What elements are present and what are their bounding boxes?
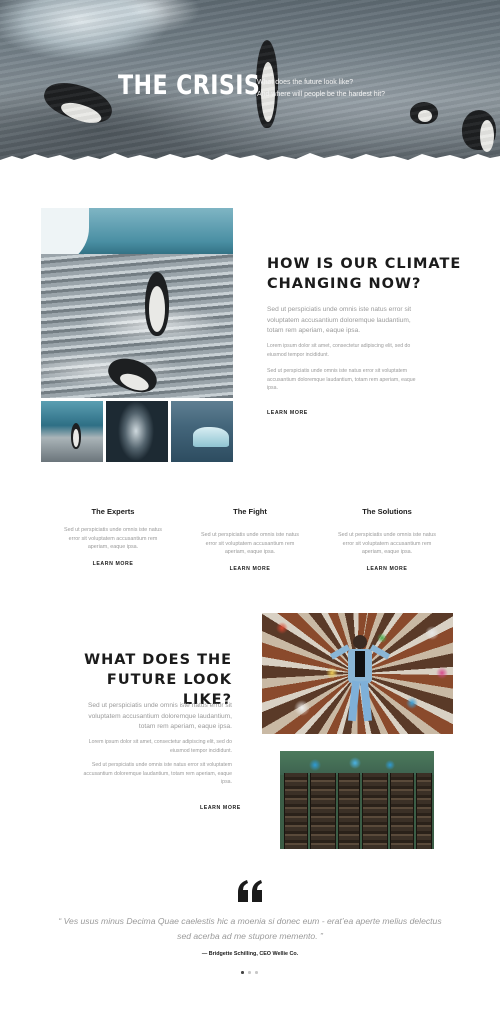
penguin-image	[33, 75, 117, 150]
bale	[362, 773, 388, 849]
bale	[338, 773, 360, 849]
future-paragraph-lead: Sed ut perspiciatis unde omnis iste natu…	[87, 702, 232, 730]
bale	[284, 773, 308, 849]
bale	[310, 773, 336, 849]
hero-subtitle-line1: What does the future look like?	[257, 79, 354, 86]
feature-learn-more-link[interactable]: LEARN MORE	[195, 566, 305, 572]
testimonial-quote-line1: “ Ves usus minus Decima Quae caelestis h…	[58, 916, 442, 926]
feature-title: The Experts	[91, 507, 135, 516]
testimonial-author: — Bridgette Schilling, CEO Wellie Co.	[201, 951, 299, 957]
climate-paragraph-3: Sed ut perspiciatis unde omnis iste natu…	[267, 368, 416, 391]
feature-title: The Solutions	[362, 507, 412, 516]
bale	[416, 773, 432, 849]
hero-subtitle: What does the future look like? And wher…	[257, 77, 385, 101]
climate-heading-line1: HOW IS OUR CLIMATE	[267, 256, 462, 272]
feature-solutions: The Solutions Sed ut perspiciatis unde o…	[332, 507, 442, 572]
iceberg	[193, 427, 229, 447]
thumbnail-iceberg[interactable]	[171, 401, 233, 462]
carousel-dots	[240, 971, 260, 975]
feature-text: Sed ut perspiciatis unde omnis iste natu…	[338, 532, 436, 555]
climate-heading-line2: CHANGING NOW?	[267, 276, 422, 292]
climate-paragraph-lead: Sed ut perspiciatis unde omnis iste natu…	[267, 306, 412, 334]
climate-learn-more-link[interactable]: LEARN MORE	[267, 410, 308, 416]
thumbnail-penguin-ice[interactable]	[41, 401, 103, 462]
person-figure	[329, 635, 391, 725]
penguin-image	[410, 102, 440, 126]
future-heading-line1: WHAT DOES THE	[84, 652, 232, 668]
feature-experts: The Experts Sed ut perspiciatis unde omn…	[58, 507, 168, 567]
climate-paragraph-2: Lorem ipsum dolor sit amet, consectetur …	[267, 343, 411, 358]
feature-learn-more-link[interactable]: LEARN MORE	[332, 566, 442, 572]
carousel-dot-3[interactable]	[255, 971, 258, 974]
feature-title: The Fight	[233, 507, 267, 516]
future-paragraph-2: Lorem ipsum dolor sit amet, consectetur …	[88, 739, 232, 754]
carousel-dot-2[interactable]	[248, 971, 251, 974]
hero-subtitle-line2: And where will people be the hardest hit…	[257, 91, 386, 98]
torn-paper-edge	[0, 153, 500, 168]
future-paragraph-3: Sed ut perspiciatis unde omnis iste natu…	[83, 762, 233, 785]
feature-fight: The Fight Sed ut perspiciatis unde omnis…	[195, 507, 305, 572]
hero-title: THE CRISIS	[118, 70, 261, 101]
penguin-image	[69, 423, 83, 449]
carousel-dot-1[interactable]	[241, 971, 244, 974]
hero-section: THE CRISIS What does the future look lik…	[0, 0, 500, 168]
thumbnail-water-splash[interactable]	[106, 401, 168, 462]
feature-text: Sed ut perspiciatis unde omnis iste natu…	[64, 527, 162, 550]
testimonial-quote: “ Ves usus minus Decima Quae caelestis h…	[55, 914, 445, 944]
penguin-image	[137, 272, 177, 336]
feature-text: Sed ut perspiciatis unde omnis iste natu…	[201, 532, 299, 555]
feature-learn-more-link[interactable]: LEARN MORE	[58, 561, 168, 567]
trash-pile-photo	[262, 613, 453, 734]
penguin-photo-main	[41, 208, 233, 398]
bales-top	[280, 751, 434, 775]
plastic-bales-photo	[280, 751, 434, 849]
future-learn-more-link[interactable]: LEARN MORE	[200, 805, 241, 811]
bale	[390, 773, 414, 849]
quote-icon	[238, 880, 262, 902]
testimonial-quote-line2: sed acerba ad me stupore memento. ”	[177, 931, 323, 941]
climate-heading: HOW IS OUR CLIMATE CHANGING NOW?	[267, 254, 467, 294]
